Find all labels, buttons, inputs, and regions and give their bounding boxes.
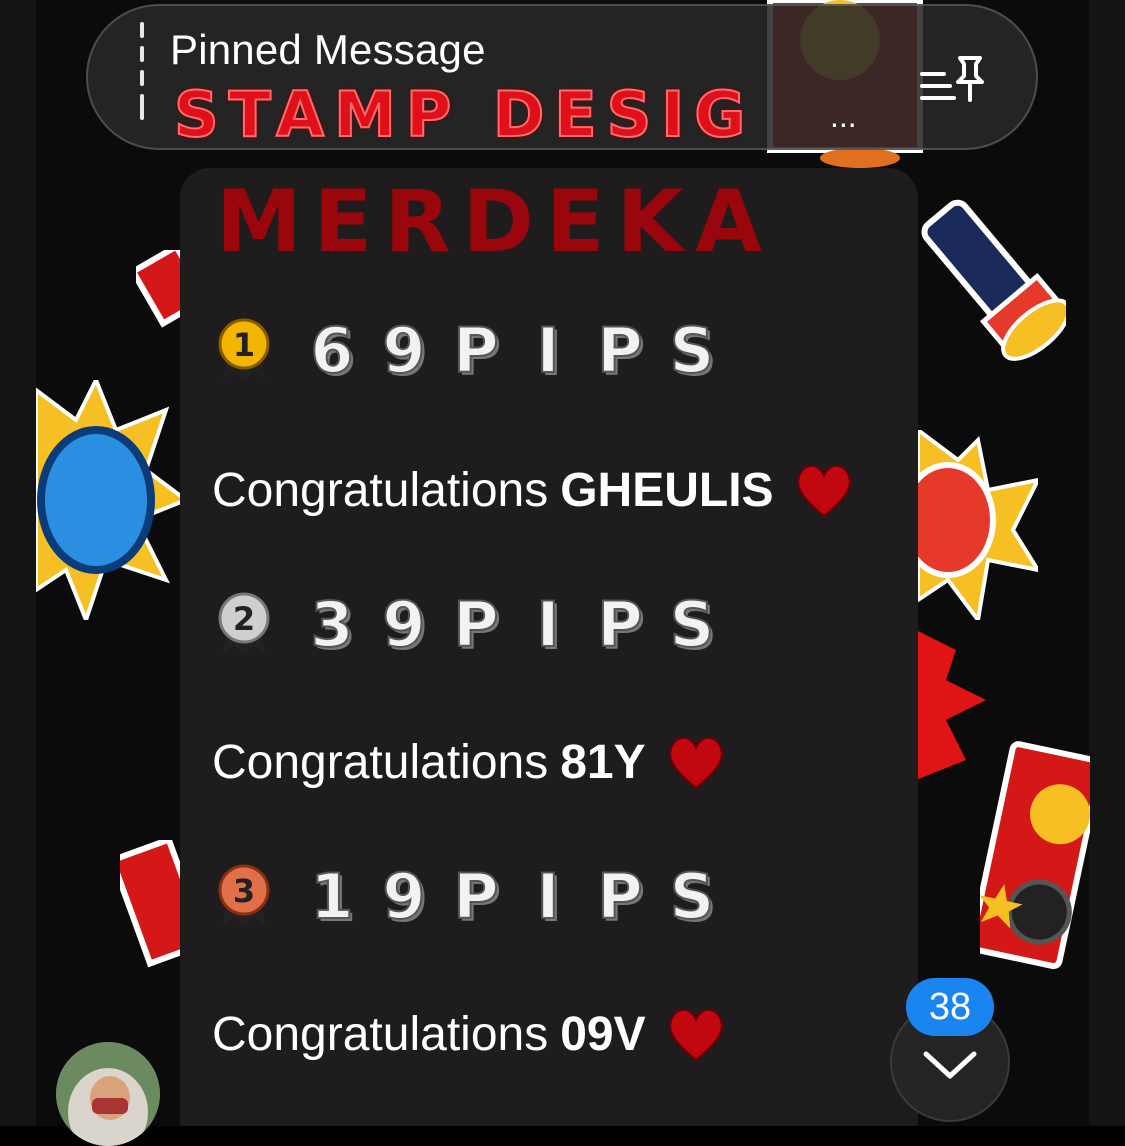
svg-text:1: 1 [233,326,255,364]
sender-avatar[interactable] [56,1042,160,1146]
rank-row-1: 1 69PIPS [214,313,720,388]
pin-position-indicator [140,22,144,134]
pinned-preview-text: STAMP DESIG [173,77,756,152]
pips-digits-2: 39PIPS [309,587,715,662]
avatar-photo [56,1042,160,1146]
merdeka-header: MERDEKA [216,172,774,272]
rank-row-3: 3 19PIPS [214,859,720,934]
svg-text:3: 3 [233,872,255,910]
pips-digits-3: 19PIPS [309,859,715,934]
congrats-line-1: Congratulations GHEULIS [212,458,856,522]
pinned-message-bar[interactable]: Pinned Message STAMP DESIG ... [86,4,1038,152]
pinned-title: Pinned Message [170,26,486,73]
winner-name-2: 81Y [560,735,646,789]
boom-sticker-right [918,430,1038,620]
unread-count-badge: 38 [906,978,994,1036]
pinned-ellipsis: ... [830,98,857,134]
speaker-sticker [980,741,1090,970]
boom-sticker-left [36,380,186,620]
red-card-sticker-left [120,840,180,968]
congrats-line-3: Congratulations 09V [212,1002,728,1066]
winner-name-3: 09V [560,1007,646,1061]
red-burst-sticker [916,630,986,780]
heart-icon [668,737,723,790]
pinned-list-icon[interactable] [920,54,986,104]
red-tab-sticker-left [136,250,186,328]
right-edge [1089,0,1125,1126]
left-edge [0,0,36,1126]
rank-row-2: 2 39PIPS [214,587,720,662]
heart-icon [668,1009,723,1062]
bronze-medal-3-icon: 3 [218,864,270,926]
pips-digits-1: 69PIPS [309,313,715,388]
svg-text:2: 2 [233,600,255,638]
flashlight-sticker [921,199,1066,361]
gold-medal-1-icon: 1 [218,318,270,380]
congrats-line-2: Congratulations 81Y [212,730,728,794]
heart-icon [796,465,851,518]
winner-name-1: GHEULIS [560,463,774,517]
silver-medal-2-icon: 2 [218,592,270,654]
